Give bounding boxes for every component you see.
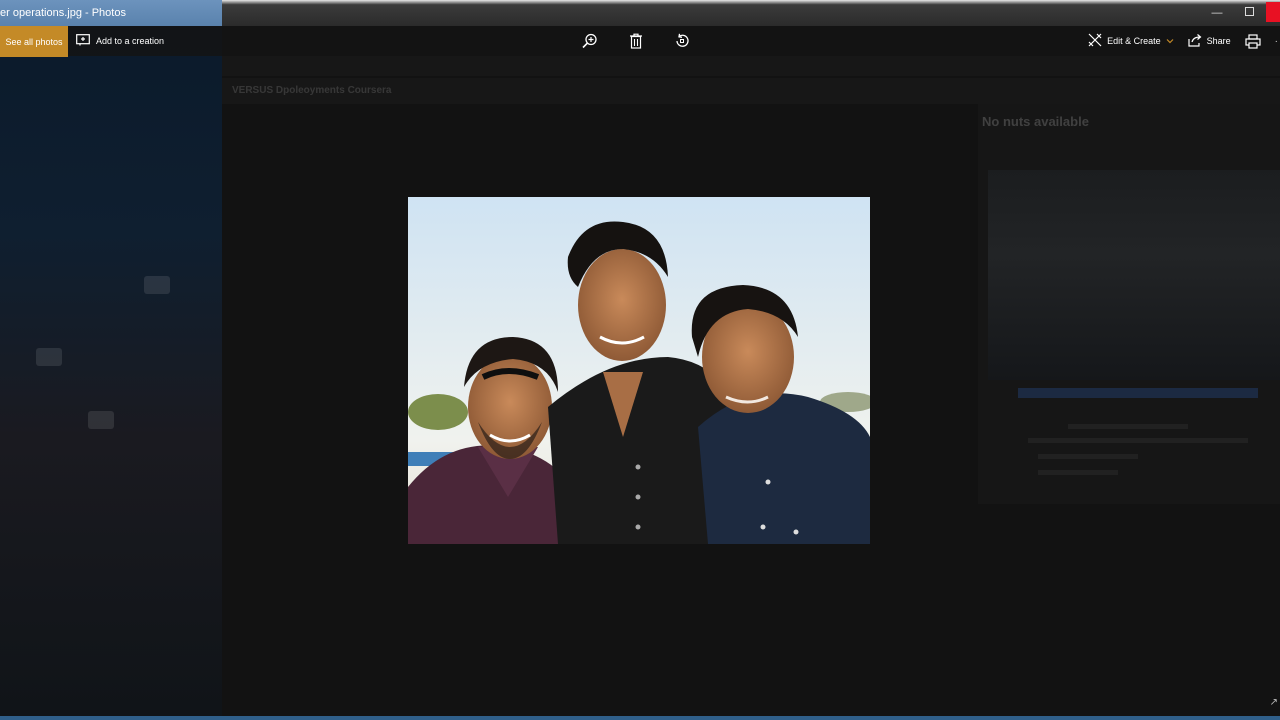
photo-image xyxy=(408,197,870,544)
edit-create-button[interactable]: Edit & Create xyxy=(1088,33,1174,49)
close-icon[interactable] xyxy=(1266,2,1280,22)
expand-icon[interactable]: ↗ xyxy=(1270,697,1278,708)
center-tools xyxy=(580,31,692,51)
window-title: er operations.jpg - Photos xyxy=(0,7,126,19)
maximize-icon[interactable] xyxy=(1240,4,1258,22)
add-to-creation-button[interactable]: Add to a creation xyxy=(76,32,164,50)
ghost-icon xyxy=(36,348,62,366)
edit-create-label: Edit & Create xyxy=(1107,36,1161,46)
title-bar: er operations.jpg - Photos — xyxy=(0,0,1280,26)
share-button[interactable]: Share xyxy=(1188,33,1231,49)
share-icon xyxy=(1188,33,1202,49)
ghost-panel-heading: No nuts available xyxy=(982,114,1089,129)
ghost-line xyxy=(1028,438,1248,443)
see-all-photos-button[interactable]: See all photos xyxy=(0,26,68,57)
taskbar-edge xyxy=(0,716,1280,720)
see-all-photos-label: See all photos xyxy=(5,36,63,47)
more-icon[interactable]: · xyxy=(1275,36,1278,47)
chevron-down-icon xyxy=(1166,36,1174,46)
right-tools: Edit & Create Share · xyxy=(1088,31,1280,51)
photos-app-window: VERSUS Dpoleoyments Coursera No nuts ava… xyxy=(0,0,1280,720)
zoom-in-icon[interactable] xyxy=(580,31,600,51)
delete-icon[interactable] xyxy=(626,31,646,51)
ghost-line xyxy=(1038,470,1118,475)
ghost-bookmarks-bar xyxy=(222,56,1280,76)
toolbar: See all photos Add to a creation Edit & … xyxy=(0,26,1280,57)
share-label: Share xyxy=(1206,36,1231,46)
ghost-site-title: VERSUS Dpoleoyments Coursera xyxy=(232,85,392,96)
background-desktop xyxy=(0,26,222,716)
ghost-side-panel: No nuts available xyxy=(978,104,1280,504)
ghost-line xyxy=(1068,424,1188,429)
rotate-icon[interactable] xyxy=(672,31,692,51)
title-bar-right xyxy=(222,0,1280,26)
minimize-icon[interactable]: — xyxy=(1208,4,1226,22)
ghost-icon xyxy=(144,276,170,294)
edit-create-icon xyxy=(1088,33,1102,49)
ghost-icon xyxy=(88,411,114,429)
ghost-panel-link xyxy=(1018,388,1258,398)
ghost-panel-image xyxy=(988,170,1280,380)
ghost-site-header: VERSUS Dpoleoyments Coursera xyxy=(222,78,1280,104)
add-creation-label: Add to a creation xyxy=(96,36,165,46)
main-photo[interactable] xyxy=(408,197,870,544)
print-icon[interactable] xyxy=(1245,33,1261,49)
ghost-line xyxy=(1038,454,1138,459)
add-creation-icon xyxy=(76,34,90,48)
